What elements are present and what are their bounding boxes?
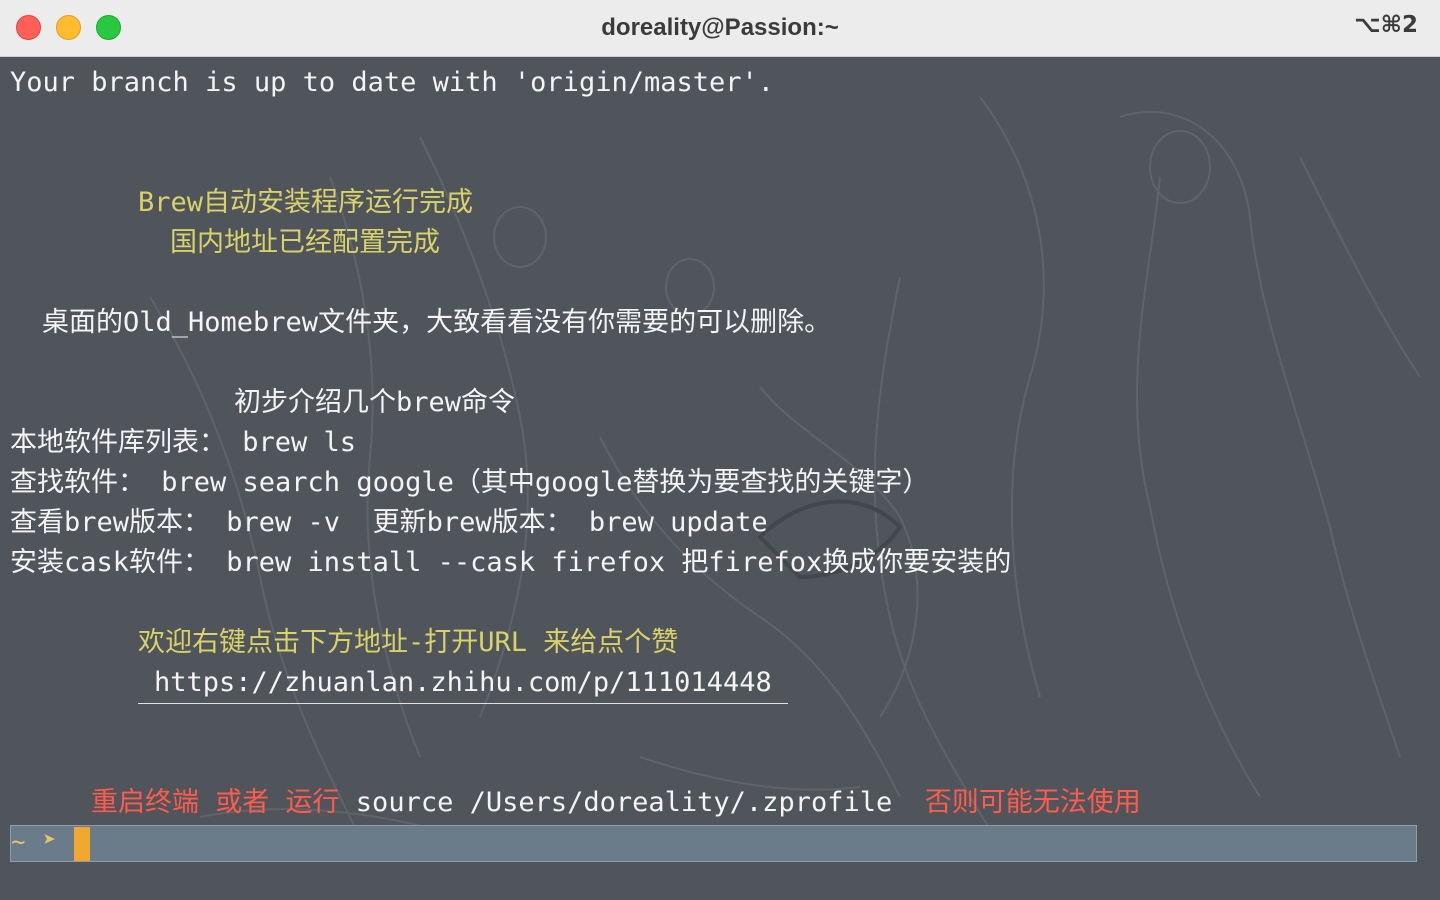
window-shortcut: ⌥⌘2 [1354,12,1418,38]
prompt-arrow-icon: ➤ [43,828,57,853]
terminal-line-desktop: 桌面的Old_Homebrew文件夹，大致看看没有你需要的可以删除。 [42,307,832,338]
terminal-line-search: 查找软件： brew search google（其中google替换为要查找的… [10,467,930,498]
window-title: doreality@Passion:~ [601,14,839,41]
terminal-line-welcome: 欢迎右键点击下方地址-打开URL 来给点个赞 [138,627,679,658]
restart-warning-end: 否则可能无法使用 [924,787,1141,818]
prompt-line[interactable]: ~ ➤ [10,825,1417,862]
terminal-line-cask: 安装cask软件： brew install --cask firefox 把f… [10,547,1012,578]
terminal-line-version: 查看brew版本： brew -v 更新brew版本： brew update [10,507,768,538]
terminal-line-ls: 本地软件库列表： brew ls [10,427,357,458]
restart-command: source /Users/doreality/.zprofile [339,787,925,818]
text-cursor [74,827,90,861]
terminal-line-done1: Brew自动安装程序运行完成 [138,187,474,218]
prompt-tilde: ~ [11,828,26,856]
terminal-line-done2: 国内地址已经配置完成 [170,227,440,258]
terminal-line-branch: Your branch is up to date with 'origin/m… [10,67,775,98]
restart-warning-start: 重启终端 或者 运行 [91,787,340,818]
terminal-url-link[interactable]: https://zhuanlan.zhihu.com/p/111014448 [138,663,788,704]
terminal-line-intro: 初步介绍几个brew命令 [234,387,516,418]
terminal-area[interactable]: Your branch is up to date with 'origin/m… [0,57,1440,900]
title-bar: doreality@Passion:~ ⌥⌘2 [0,0,1440,57]
